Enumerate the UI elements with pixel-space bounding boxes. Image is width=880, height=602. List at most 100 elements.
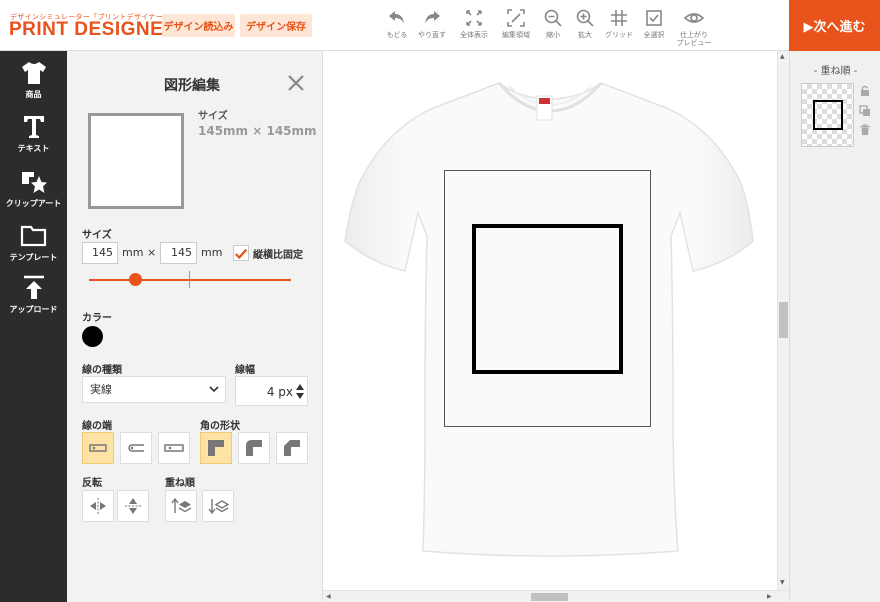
flip-vertical-icon (125, 498, 141, 514)
corner-miter-button[interactable] (200, 432, 232, 464)
chevron-down-icon (209, 386, 219, 393)
flip-vertical-button[interactable] (117, 490, 149, 522)
line-end-round-button[interactable] (120, 432, 152, 464)
vertical-scrollbar[interactable]: ▲ ▼ (777, 51, 789, 590)
line-type-value: 実線 (90, 383, 112, 396)
line-width-stepper[interactable]: 4 px (235, 376, 308, 406)
save-design-button[interactable]: デザイン保存 (240, 14, 312, 37)
bring-forward-button[interactable] (165, 490, 197, 522)
sidebar-item-text[interactable]: テキスト (0, 113, 67, 163)
scroll-down-icon[interactable]: ▼ (780, 579, 785, 586)
trash-icon[interactable] (859, 124, 871, 136)
square-shape-object[interactable] (472, 224, 623, 374)
redo-label: やり直す (418, 31, 446, 39)
horizontal-scrollbar[interactable]: ◀ ▶ (323, 590, 789, 602)
scroll-up-icon[interactable]: ▲ (780, 53, 785, 60)
color-swatch[interactable] (82, 326, 103, 347)
size-heading: サイズ (198, 111, 228, 122)
size-slider-center-mark (189, 271, 190, 288)
load-design-button[interactable]: デザイン読込み (162, 14, 235, 37)
redo-button[interactable]: やり直す (413, 8, 451, 48)
fit-view-label: 全体表示 (460, 31, 488, 39)
sidebar-item-product[interactable]: 商品 (0, 59, 67, 109)
redo-icon (425, 11, 440, 24)
sidebar-item-label: アップロード (9, 305, 58, 314)
scroll-right-icon[interactable]: ▶ (767, 593, 772, 600)
edit-area-label: 編集領域 (502, 31, 530, 39)
left-sidebar: 商品 テキスト クリップアート テンプレート アップロード (0, 51, 67, 602)
duplicate-icon[interactable] (859, 105, 871, 117)
grid-button[interactable]: グリッド (600, 8, 638, 48)
edit-area-button[interactable]: 編集領域 (497, 8, 535, 48)
scroll-left-icon[interactable]: ◀ (326, 593, 331, 600)
send-backward-button[interactable] (202, 490, 234, 522)
preview-button[interactable]: 仕上がり プレビュー (675, 8, 713, 48)
height-input[interactable]: 145 (160, 242, 197, 264)
spin-down-icon[interactable] (296, 393, 304, 399)
color-label: カラー (82, 313, 112, 324)
corner-label: 角の形状 (200, 421, 240, 432)
layer-panel-title: - 重ね順 - (813, 66, 858, 77)
fit-view-button[interactable]: 全体表示 (455, 8, 493, 48)
shape-preview (88, 113, 184, 209)
corner-bevel-button[interactable] (276, 432, 308, 464)
next-step-button[interactable]: ▶次へ進む (789, 0, 880, 51)
layer-item[interactable] (801, 83, 854, 147)
send-backward-icon (208, 499, 229, 515)
undo-icon (389, 11, 404, 24)
undo-button[interactable]: もどる (378, 8, 416, 48)
height-unit: mm (201, 246, 223, 259)
corner-round-button[interactable] (238, 432, 270, 464)
tshirt-icon (21, 62, 46, 84)
zoom-out-icon (544, 9, 562, 27)
close-icon[interactable] (287, 74, 305, 92)
preview-label: 仕上がり プレビュー (676, 31, 712, 47)
shape-edit-panel: 図形編集 サイズ 145mm × 145mm サイズ 145 mm × 145 … (67, 51, 323, 602)
folder-icon (20, 225, 46, 247)
lock-icon[interactable] (859, 85, 871, 97)
sidebar-item-label: テキスト (17, 144, 50, 153)
design-canvas[interactable] (323, 51, 777, 590)
line-width-value: 4 px (266, 385, 293, 399)
select-all-label: 全選択 (643, 31, 665, 39)
clipart-icon (21, 172, 47, 193)
width-unit: mm (122, 246, 144, 259)
size-slider-thumb[interactable] (128, 273, 142, 286)
zoom-in-label: 拡大 (578, 31, 592, 39)
panel-title: 図形編集 (164, 78, 220, 94)
sidebar-item-label: テンプレート (9, 253, 58, 262)
sidebar-item-template[interactable]: テンプレート (0, 222, 67, 272)
line-end-square-button[interactable] (158, 432, 190, 464)
sidebar-item-clipart[interactable]: クリップアート (0, 168, 67, 218)
line-type-label: 線の種類 (82, 365, 122, 376)
keep-ratio-checkbox[interactable] (233, 245, 249, 261)
order-label: 重ね順 (165, 478, 195, 489)
size-display: 145mm × 145mm (198, 124, 317, 138)
zoom-in-button[interactable]: 拡大 (566, 8, 604, 48)
line-cap-butt-icon (89, 444, 107, 452)
fit-view-icon (466, 10, 482, 26)
logo[interactable]: PRINT DESIGNER (9, 19, 178, 41)
horizontal-scroll-thumb[interactable] (531, 593, 568, 601)
line-end-label: 線の端 (82, 421, 112, 432)
select-all-icon (646, 10, 662, 26)
vertical-scroll-thumb[interactable] (779, 302, 788, 338)
size-slider-track[interactable] (89, 279, 291, 281)
sidebar-item-label: 商品 (25, 90, 42, 99)
times-sign: × (147, 246, 157, 259)
flip-horizontal-icon (90, 498, 106, 514)
spin-up-icon[interactable] (296, 384, 304, 390)
sidebar-item-upload[interactable]: アップロード (0, 274, 67, 324)
layer-panel: - 重ね順 - (789, 51, 880, 602)
width-input[interactable]: 145 (82, 242, 118, 264)
flip-horizontal-button[interactable] (82, 490, 114, 522)
line-type-select[interactable]: 実線 (82, 376, 226, 403)
corner-miter-icon (208, 440, 224, 456)
header: デザインシミュレーター「プリントデザイナー」 PRINT DESIGNER デザ… (0, 0, 880, 51)
line-end-butt-button[interactable] (82, 432, 114, 464)
select-all-button[interactable]: 全選択 (635, 8, 673, 48)
corner-bevel-icon (284, 440, 300, 456)
line-cap-square-icon (164, 444, 184, 452)
layer-thumb-shape (813, 100, 843, 130)
upload-icon (23, 275, 44, 299)
